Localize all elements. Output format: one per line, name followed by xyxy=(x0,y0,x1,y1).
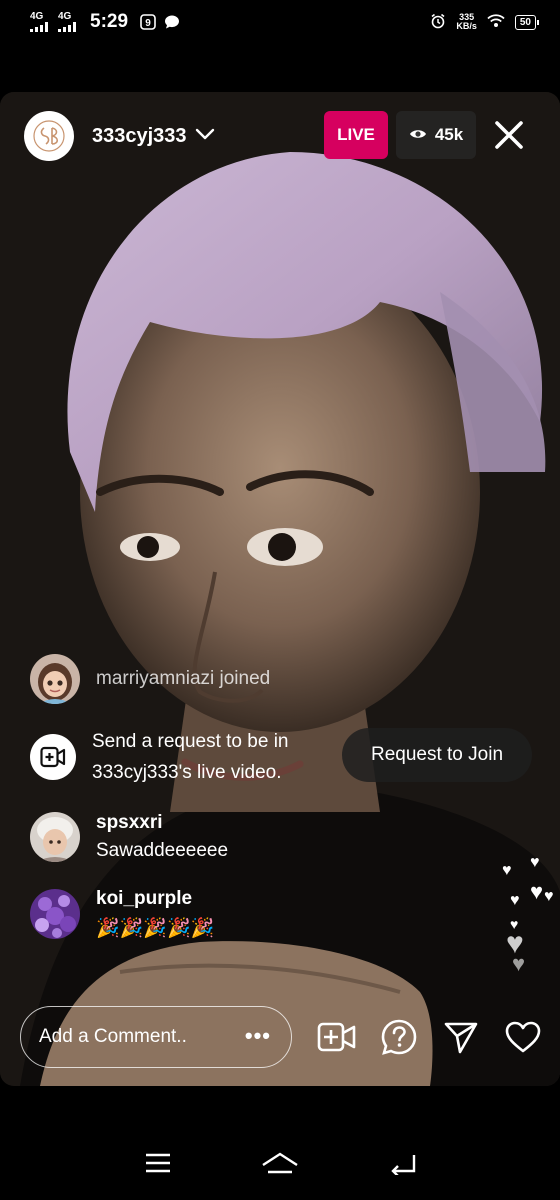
comment-input[interactable]: Add a Comment.. ••• xyxy=(20,1006,292,1068)
avatar[interactable] xyxy=(30,889,80,939)
floating-hearts: ♥ ♥ ♥ ♥ ♥ ♥ ♥ ♥ xyxy=(500,855,560,980)
heart-icon: ♥ xyxy=(530,854,540,871)
streamer-avatar[interactable] xyxy=(24,111,74,161)
heart-icon: ♥ xyxy=(510,892,520,909)
chevron-down-icon[interactable] xyxy=(195,127,215,146)
eye-icon xyxy=(409,125,427,145)
signal-indicator-1: 4G xyxy=(30,12,48,32)
menu-nav-button[interactable] xyxy=(144,1152,172,1179)
avatar[interactable] xyxy=(30,812,80,862)
purple-sparkle-avatar-icon xyxy=(30,889,80,939)
back-icon xyxy=(391,1154,416,1177)
question-button[interactable] xyxy=(378,1016,420,1058)
speed-unit: KB/s xyxy=(456,21,477,31)
heart-icon: ♥ xyxy=(502,862,512,879)
user-photo-avatar-icon xyxy=(30,812,80,862)
live-badge: LIVE xyxy=(324,111,388,159)
svg-text:9: 9 xyxy=(145,18,151,29)
alarm-icon xyxy=(430,13,446,32)
clock: 5:29 xyxy=(90,11,129,32)
heart-icon: ♥ xyxy=(544,888,554,905)
question-icon xyxy=(381,1019,417,1055)
request-to-join-button[interactable]: Request to Join xyxy=(342,728,532,782)
heart-icon: ♥ xyxy=(530,879,544,904)
join-event: marriyamniazi joined xyxy=(30,654,270,704)
comment-username[interactable]: spsxxri xyxy=(96,812,228,834)
join-event-text: marriyamniazi joined xyxy=(96,668,271,689)
back-nav-button[interactable] xyxy=(388,1151,416,1180)
like-button[interactable] xyxy=(502,1016,544,1058)
viewer-count-value: 45k xyxy=(434,125,464,144)
video-add-icon xyxy=(317,1022,356,1052)
viewer-count[interactable]: 45k xyxy=(396,111,476,159)
signal-indicator-2: 4G xyxy=(58,12,76,32)
avatar[interactable] xyxy=(30,654,80,704)
close-button[interactable] xyxy=(492,118,526,152)
comment-username[interactable]: koi_purple xyxy=(96,888,214,910)
battery-indicator: 50 xyxy=(514,14,540,30)
notification-badge-icon: 9 xyxy=(140,14,156,30)
comment-placeholder: Add a Comment.. xyxy=(39,1026,187,1047)
system-navigation-bar xyxy=(0,1130,560,1200)
comment-row: koi_purple 🎉🎉🎉🎉🎉 xyxy=(30,888,214,940)
send-button[interactable] xyxy=(440,1016,482,1058)
video-add-icon xyxy=(40,746,66,768)
heart-icon xyxy=(505,1021,541,1053)
chat-bubble-icon xyxy=(164,14,180,30)
status-bar: 4G 4G 5:29 9 335 KB/s 50 xyxy=(0,0,560,44)
live-header: 333cyj333 LIVE 45k xyxy=(24,110,536,162)
network-type-2: 4G xyxy=(58,11,72,22)
comment-text: Sawaddeeeeee xyxy=(96,840,229,861)
more-options-button[interactable]: ••• xyxy=(245,1023,271,1049)
signal-bars-icon xyxy=(58,22,76,32)
send-icon xyxy=(444,1022,478,1054)
request-prompt-text: Send a request to be in 333cyj333's live… xyxy=(92,731,289,783)
signal-bars-icon xyxy=(30,22,48,32)
menu-icon xyxy=(146,1153,170,1172)
heart-icon: ♥ xyxy=(512,951,526,976)
logo-icon xyxy=(33,120,65,152)
request-prompt: Send a request to be in 333cyj333's live… xyxy=(30,726,332,788)
home-icon xyxy=(262,1152,298,1173)
comment-text: 🎉🎉🎉🎉🎉 xyxy=(96,918,215,939)
home-nav-button[interactable] xyxy=(260,1151,300,1180)
comment-row: spsxxri Sawaddeeeeee xyxy=(30,812,228,862)
close-icon xyxy=(495,121,523,149)
add-video-button[interactable] xyxy=(316,1016,358,1058)
wifi-icon xyxy=(487,13,505,31)
network-speed: 335 KB/s xyxy=(456,13,477,31)
network-type-1: 4G xyxy=(30,11,44,22)
video-add-circle xyxy=(30,734,76,780)
streamer-username[interactable]: 333cyj333 xyxy=(92,125,187,148)
cartoon-girl-avatar-icon xyxy=(30,654,80,704)
